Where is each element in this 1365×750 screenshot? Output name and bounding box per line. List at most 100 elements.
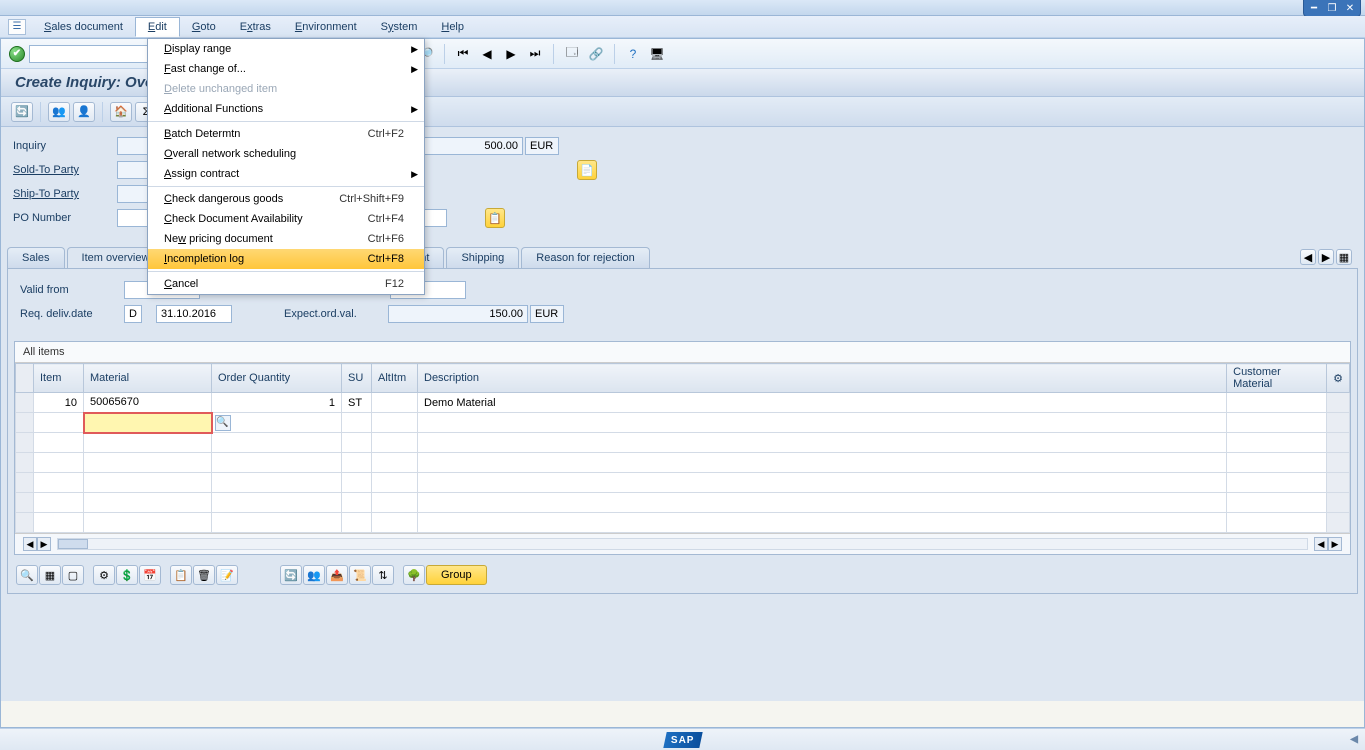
sort-icon[interactable]: ⇅ (372, 565, 394, 585)
menu-extras[interactable]: Extras (228, 18, 283, 36)
delete-icon[interactable]: 🗑 (193, 565, 215, 585)
cell-desc[interactable] (418, 413, 1227, 433)
scroll-left2-icon[interactable]: ◀ (1314, 537, 1328, 551)
enter-icon[interactable]: ✔ (9, 46, 25, 62)
prev-page-icon[interactable]: ◀ (477, 44, 497, 64)
tab-sales[interactable]: Sales (7, 247, 65, 268)
copy-icon[interactable]: 📋 (170, 565, 192, 585)
display-doc-icon[interactable]: 🔄 (11, 102, 33, 122)
home-icon[interactable]: 🏠 (110, 102, 132, 122)
shortcut-icon[interactable]: 🔗 (586, 44, 606, 64)
col-description[interactable]: Description (418, 364, 1227, 393)
menu-item-batch-determtn[interactable]: Batch DetermtnCtrl+F2 (148, 124, 424, 144)
menu-item-assign-contract[interactable]: Assign contract▶ (148, 164, 424, 184)
menu-item-new-pricing-document[interactable]: New pricing documentCtrl+F6 (148, 229, 424, 249)
tab-scroll-right-icon[interactable]: ▶ (1318, 249, 1334, 265)
horizontal-scrollbar[interactable]: ◀ ▶ ◀ ▶ (15, 533, 1350, 554)
sold-to-party-label[interactable]: Sold-To Party (7, 164, 117, 176)
scroll-right2-icon[interactable]: ▶ (1328, 537, 1342, 551)
cell-item[interactable] (34, 413, 84, 433)
pricing-icon[interactable]: 💲 (116, 565, 138, 585)
search-help-icon[interactable]: 🔍 (215, 415, 231, 431)
tab-shipping[interactable]: Shipping (446, 247, 519, 268)
req-deliv-flag[interactable]: D (124, 305, 142, 323)
col-material[interactable]: Material (84, 364, 212, 393)
config-icon[interactable]: ⚙ (93, 565, 115, 585)
col-item[interactable]: Item (34, 364, 84, 393)
scroll-track[interactable] (57, 538, 1308, 550)
output-icon[interactable]: 📤 (326, 565, 348, 585)
po-detail-icon[interactable]: 📋 (485, 208, 505, 228)
tab-list-icon[interactable]: ▦ (1336, 249, 1352, 265)
menu-indicator-icon[interactable]: ☰ (8, 19, 26, 35)
select-all-icon[interactable]: ▦ (39, 565, 61, 585)
orders-icon[interactable]: 👥 (48, 102, 70, 122)
menu-item-display-range[interactable]: Display range▶ (148, 39, 424, 59)
cell-material[interactable]: 50065670 (84, 393, 212, 413)
col-config-icon[interactable]: ⚙ (1327, 364, 1350, 393)
status-expand-icon[interactable]: ◀ (1350, 734, 1359, 745)
cell-qty[interactable]: 1 (212, 393, 342, 413)
menu-sales-document[interactable]: Sales document (32, 18, 135, 36)
deselect-all-icon[interactable]: ▢ (62, 565, 84, 585)
menu-edit[interactable]: Edit (135, 17, 180, 37)
tab-reason-rejection[interactable]: Reason for rejection (521, 247, 649, 268)
hierarchy-icon[interactable]: 🌳 (403, 565, 425, 585)
next-page-icon[interactable]: ▶ (501, 44, 521, 64)
col-altitm[interactable]: AltItm (372, 364, 418, 393)
help-icon[interactable]: ? (623, 44, 643, 64)
user-icon[interactable]: 👤 (73, 102, 95, 122)
menu-system[interactable]: System (369, 18, 430, 36)
menu-goto[interactable]: Goto (180, 18, 228, 36)
tab-scroll-left-icon[interactable]: ◀ (1300, 249, 1316, 265)
cell-su[interactable]: ST (342, 393, 372, 413)
menu-item-fast-change-of-[interactable]: Fast change of...▶ (148, 59, 424, 79)
menu-help[interactable]: Help (429, 18, 476, 36)
menu-item-additional-functions[interactable]: Additional Functions▶ (148, 99, 424, 119)
menu-item-overall-network-scheduling[interactable]: Overall network scheduling (148, 144, 424, 164)
scroll-thumb[interactable] (58, 539, 88, 549)
col-customer-material[interactable]: Customer Material (1227, 364, 1327, 393)
menu-item-cancel[interactable]: CancelF12 (148, 274, 424, 294)
material-input-cell[interactable]: 🔍 (84, 413, 212, 433)
detail-icon[interactable]: 🔍 (16, 565, 38, 585)
cell-su[interactable] (342, 413, 372, 433)
cell-qty[interactable] (212, 413, 342, 433)
col-order-qty[interactable]: Order Quantity (212, 364, 342, 393)
table-row (16, 433, 1350, 453)
scroll-left-icon[interactable]: ◀ (23, 537, 37, 551)
refresh-icon[interactable]: 🔄 (280, 565, 302, 585)
cell-alt[interactable] (372, 413, 418, 433)
first-page-icon[interactable]: ⏮ (453, 44, 473, 64)
ship-to-party-label[interactable]: Ship-To Party (7, 188, 117, 200)
scroll-right-icon[interactable]: ▶ (37, 537, 51, 551)
col-su[interactable]: SU (342, 364, 372, 393)
sap-logo: SAP (663, 732, 702, 748)
row-selector[interactable] (16, 393, 34, 413)
menu-item-check-document-availability[interactable]: Check Document AvailabilityCtrl+F4 (148, 209, 424, 229)
layout-icon[interactable]: 🖥 (647, 44, 667, 64)
menu-item-check-dangerous-goods[interactable]: Check dangerous goodsCtrl+Shift+F9 (148, 189, 424, 209)
new-session-icon[interactable]: 🗔 (562, 44, 582, 64)
last-page-icon[interactable]: ⏭ (525, 44, 545, 64)
schedule-icon[interactable]: 📅 (139, 565, 161, 585)
cell-cust[interactable] (1227, 413, 1327, 433)
cell-alt[interactable] (372, 393, 418, 413)
req-deliv-date-field[interactable]: 31.10.2016 (156, 305, 232, 323)
text-icon[interactable]: 📝 (216, 565, 238, 585)
close-icon[interactable]: ✕ (1341, 1, 1359, 15)
row-selector[interactable] (16, 413, 34, 433)
restore-icon[interactable]: ❐ (1323, 1, 1341, 15)
log-icon[interactable]: 📜 (349, 565, 371, 585)
group-button[interactable]: Group (426, 565, 487, 585)
cell-item[interactable]: 10 (34, 393, 84, 413)
select-all-header[interactable] (16, 364, 34, 393)
menu-environment[interactable]: Environment (283, 18, 369, 36)
cell-cust[interactable] (1227, 393, 1327, 413)
net-value-currency: EUR (525, 137, 559, 155)
minimize-icon[interactable]: ━ (1305, 1, 1323, 15)
menu-item-incompletion-log[interactable]: Incompletion logCtrl+F8 (148, 249, 424, 269)
cell-desc[interactable]: Demo Material (418, 393, 1227, 413)
partner-icon[interactable]: 👥 (303, 565, 325, 585)
partner-detail-icon[interactable]: 📄 (577, 160, 597, 180)
